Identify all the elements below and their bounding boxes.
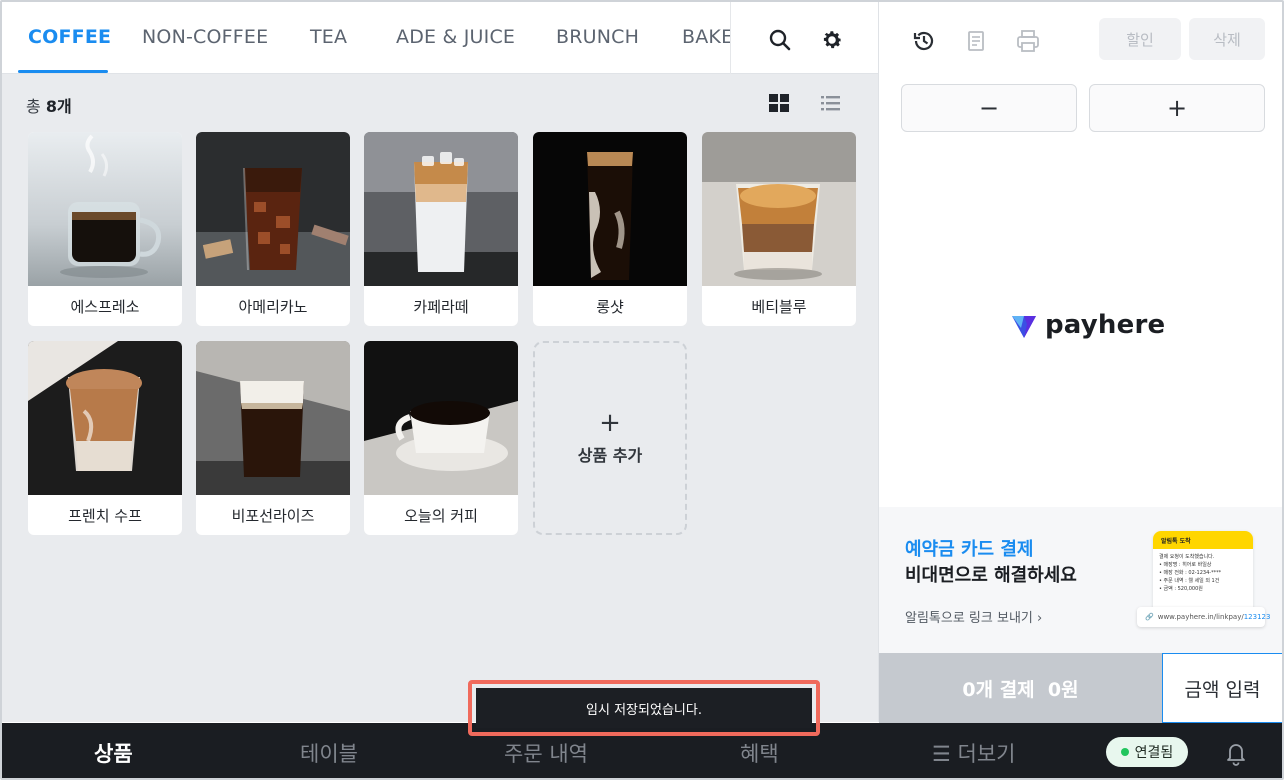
plus-icon: +	[599, 408, 621, 438]
linkpay-url: 🔗 www.payhere.in/linkpay/123123	[1137, 607, 1270, 627]
list-view-button[interactable]	[818, 90, 844, 116]
tab-bakery[interactable]: BAKERY	[682, 26, 730, 48]
payhere-logo-icon	[1012, 316, 1036, 338]
product-card-betty-blue[interactable]: 베티블루	[702, 132, 856, 326]
alimtalk-header: 알림톡 도착	[1153, 531, 1253, 549]
promo-title: 예약금 카드 결제	[905, 539, 1034, 560]
product-card-americano[interactable]: 아메리카노	[196, 132, 350, 326]
nav-order-history[interactable]: 주문 내역	[504, 738, 588, 768]
product-image-cafe-latte	[364, 132, 518, 286]
product-image-americano	[196, 132, 350, 286]
settings-button[interactable]	[812, 20, 852, 60]
promo-subtitle: 비대면으로 해결하세요	[905, 565, 1077, 586]
alimtalk-preview: 알림톡 도착 결제 요청이 도착했습니다. • 매장명 : 히어로 바일상 • …	[1153, 531, 1253, 617]
product-card-todays-coffee[interactable]: 오늘의 커피	[364, 341, 518, 535]
product-card-cafe-latte[interactable]: 카페라떼	[364, 132, 518, 326]
print-button[interactable]	[1013, 26, 1043, 56]
category-tabs: COFFEE NON-COFFEE TEA ADE & JUICE BRUNCH…	[2, 2, 878, 74]
search-icon	[769, 29, 791, 51]
toast-message: 임시 저장되었습니다.	[476, 688, 812, 728]
payhere-logo: payhere	[1009, 310, 1165, 340]
product-name: 베티블루	[751, 297, 807, 316]
active-tab-indicator	[18, 70, 108, 73]
product-card-french-soup[interactable]: 프렌치 수프	[28, 341, 182, 535]
nav-products[interactable]: 상품	[94, 738, 133, 768]
nav-more[interactable]: ☰ 더보기	[932, 738, 1015, 768]
product-image-todays-coffee	[364, 341, 518, 495]
alimtalk-body: 결제 요청이 도착했습니다. • 매장명 : 히어로 바일상 • 매장 전화 :…	[1153, 549, 1253, 597]
receipt-button[interactable]	[961, 26, 991, 56]
add-product-button[interactable]: + 상품 추가	[533, 341, 687, 535]
enter-amount-button[interactable]: 금액 입력	[1162, 653, 1282, 723]
product-name: 아메리카노	[238, 297, 308, 316]
product-name: 프렌치 수프	[68, 506, 142, 525]
product-image-french-soup	[28, 341, 182, 495]
history-icon	[913, 31, 934, 51]
grid-view-icon	[769, 94, 789, 112]
tab-tea[interactable]: TEA	[310, 26, 347, 48]
product-name: 비포선라이즈	[231, 506, 315, 525]
url-prefix: www.payhere.in/linkpay/	[1157, 613, 1244, 621]
product-count: 총 8개	[26, 93, 72, 117]
list-view-icon	[821, 96, 840, 111]
logo-text: payhere	[1045, 310, 1166, 340]
printer-icon	[1017, 30, 1039, 52]
promo-banner[interactable]: 예약금 카드 결제 비대면으로 해결하세요 알림톡으로 링크 보내기 › 알림톡…	[879, 507, 1282, 653]
connection-label: 연결됨	[1134, 745, 1174, 761]
discount-button[interactable]: 할인	[1099, 18, 1181, 60]
count-value: 8개	[45, 97, 72, 116]
tab-ade-juice[interactable]: ADE & JUICE	[396, 26, 515, 48]
tab-coffee[interactable]: COFFEE	[28, 26, 111, 48]
pos-window: COFFEE NON-COFFEE TEA ADE & JUICE BRUNCH…	[0, 0, 1284, 780]
product-name: 카페라떼	[413, 297, 469, 316]
gear-icon	[823, 31, 842, 49]
tab-brunch[interactable]: BRUNCH	[556, 26, 639, 48]
product-name: 에스프레소	[70, 297, 140, 316]
decrease-quantity-button[interactable]: −	[901, 84, 1077, 132]
product-image-betty-blue	[702, 132, 856, 286]
product-panel: COFFEE NON-COFFEE TEA ADE & JUICE BRUNCH…	[2, 2, 878, 722]
alimtalk-line: • 주문 내역 : 웰 세일 외 1건	[1159, 578, 1220, 584]
increase-quantity-button[interactable]: +	[1089, 84, 1265, 132]
delete-button[interactable]: 삭제	[1189, 18, 1265, 60]
add-product-label: 상품 추가	[577, 446, 643, 465]
product-image-espresso	[28, 132, 182, 286]
nav-tables[interactable]: 테이블	[300, 738, 358, 768]
alimtalk-line: • 매장명 : 히어로 바일상	[1159, 562, 1212, 568]
count-prefix: 총	[26, 97, 46, 116]
receipt-icon	[968, 31, 984, 51]
grid-view-button[interactable]	[766, 90, 792, 116]
bell-icon	[1227, 744, 1245, 766]
product-image-long-shot	[533, 132, 687, 286]
history-button[interactable]	[909, 26, 939, 56]
search-button[interactable]	[760, 20, 800, 60]
order-panel: 할인 삭제 − + payhere 예약금 카드 결제 비대면으로 해결하세요 …	[878, 2, 1282, 723]
connection-status-badge: 연결됨	[1106, 737, 1188, 767]
checkout-button[interactable]: 0개 결제 0원	[879, 653, 1162, 723]
tab-divider	[730, 2, 731, 74]
product-name: 롱샷	[596, 297, 624, 316]
product-image-before-sunrise	[196, 341, 350, 495]
product-card-espresso[interactable]: 에스프레소	[28, 132, 182, 326]
alimtalk-line: • 매장 전화 : 02-1234-****	[1159, 570, 1222, 576]
send-link-button[interactable]: 알림톡으로 링크 보내기 ›	[905, 607, 1042, 626]
alimtalk-line: 결제 요청이 도착했습니다.	[1159, 554, 1215, 560]
product-name: 오늘의 커피	[404, 506, 478, 525]
tab-non-coffee[interactable]: NON-COFFEE	[142, 26, 268, 48]
notification-button[interactable]	[1222, 739, 1250, 767]
product-card-long-shot[interactable]: 롱샷	[533, 132, 687, 326]
status-dot	[1120, 748, 1129, 756]
alimtalk-line: • 금액 : 520,000원	[1159, 586, 1203, 592]
nav-benefits[interactable]: 혜택	[740, 738, 779, 768]
link-icon: 🔗	[1145, 613, 1154, 621]
category-tab-strip: COFFEE NON-COFFEE TEA ADE & JUICE BRUNCH…	[2, 2, 730, 73]
url-code: 123123	[1243, 613, 1271, 621]
product-card-before-sunrise[interactable]: 비포선라이즈	[196, 341, 350, 535]
